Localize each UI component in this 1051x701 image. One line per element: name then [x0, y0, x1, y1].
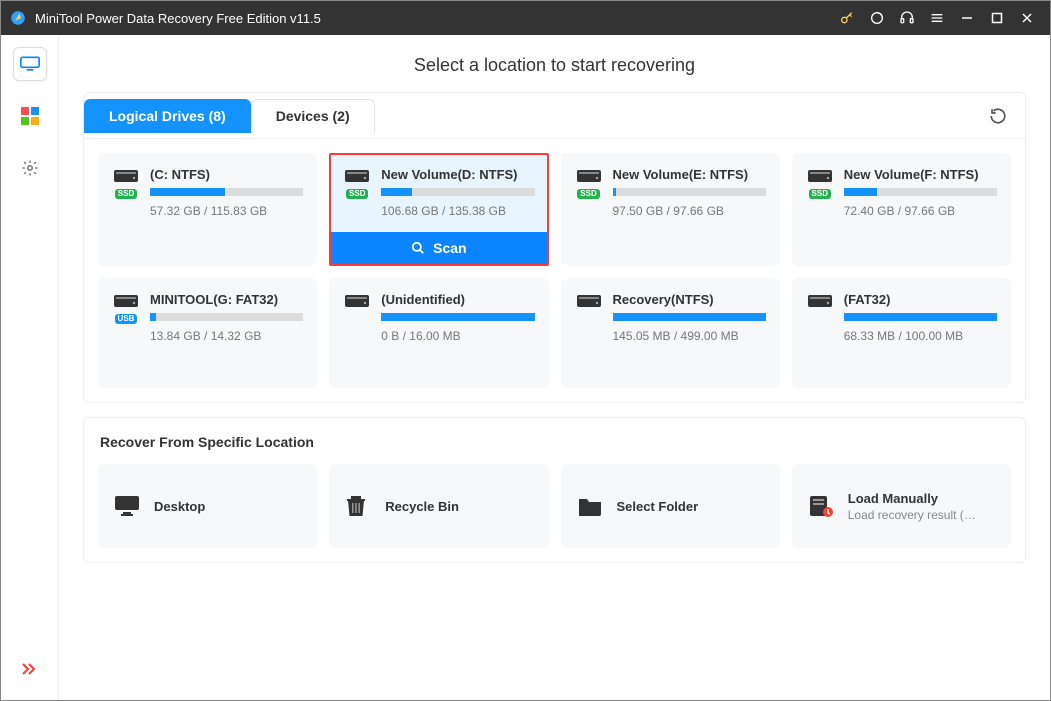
drive-name: (C: NTFS) — [150, 167, 303, 182]
drive-usage-bar — [613, 313, 766, 321]
drive-usage-bar — [150, 313, 303, 321]
drive-icon: SSD — [112, 167, 140, 199]
upgrade-key-icon[interactable] — [832, 3, 862, 33]
location-sublabel: Load recovery result (*... — [848, 508, 978, 522]
drive-icon — [806, 292, 834, 312]
drive-card[interactable]: SSD New Volume(F: NTFS) 72.40 GB / 97.66… — [792, 153, 1011, 266]
location-label: Load Manually — [848, 491, 978, 506]
drive-size: 106.68 GB / 135.38 GB — [381, 204, 534, 218]
drive-name: Recovery(NTFS) — [613, 292, 766, 307]
drive-icon: SSD — [575, 167, 603, 199]
drive-card[interactable]: SSD New Volume(E: NTFS) 97.50 GB / 97.66… — [561, 153, 780, 266]
drive-badge: USB — [115, 314, 138, 324]
drive-icon — [575, 292, 603, 312]
drive-badge: SSD — [809, 189, 831, 199]
drive-icon: USB — [112, 292, 140, 324]
sidebar-item-dashboard[interactable] — [13, 99, 47, 133]
drive-card[interactable]: (FAT32) 68.33 MB / 100.00 MB — [792, 278, 1011, 388]
drive-card[interactable]: Recovery(NTFS) 145.05 MB / 499.00 MB — [561, 278, 780, 388]
drive-usage-bar — [381, 188, 534, 196]
update-icon[interactable] — [862, 3, 892, 33]
scan-button[interactable]: Scan — [331, 232, 546, 264]
drive-badge: SSD — [115, 189, 137, 199]
refresh-button[interactable] — [985, 103, 1011, 129]
drive-name: MINITOOL(G: FAT32) — [150, 292, 303, 307]
sidebar — [1, 35, 59, 700]
location-card[interactable]: Desktop — [98, 464, 317, 548]
drive-usage-bar — [844, 188, 997, 196]
tab-logical-drives[interactable]: Logical Drives (8) — [84, 99, 251, 133]
location-label: Select Folder — [617, 499, 699, 514]
locations-grid: Desktop Recycle Bin Select Folder Load M… — [98, 464, 1011, 548]
location-card[interactable]: Recycle Bin — [329, 464, 548, 548]
tab-devices[interactable]: Devices (2) — [251, 99, 375, 133]
drive-size: 57.32 GB / 115.83 GB — [150, 204, 303, 218]
drive-usage-bar — [381, 313, 534, 321]
drive-size: 97.50 GB / 97.66 GB — [613, 204, 766, 218]
window-title: MiniTool Power Data Recovery Free Editio… — [35, 11, 832, 26]
location-card[interactable]: Load Manually Load recovery result (*... — [792, 464, 1011, 548]
location-label: Desktop — [154, 499, 205, 514]
drive-card[interactable]: SSD (C: NTFS) 57.32 GB / 115.83 GB — [98, 153, 317, 266]
drive-name: (FAT32) — [844, 292, 997, 307]
locations-panel: Recover From Specific Location Desktop R… — [83, 417, 1026, 563]
page-title: Select a location to start recovering — [83, 55, 1026, 76]
drive-size: 13.84 GB / 14.32 GB — [150, 329, 303, 343]
drive-grid: SSD (C: NTFS) 57.32 GB / 115.83 GB SSD N… — [98, 153, 1011, 388]
support-icon[interactable] — [892, 3, 922, 33]
drive-icon — [343, 292, 371, 312]
drive-card[interactable]: USB MINITOOL(G: FAT32) 13.84 GB / 14.32 … — [98, 278, 317, 388]
minimize-button[interactable] — [952, 3, 982, 33]
drive-usage-bar — [844, 313, 997, 321]
drive-size: 72.40 GB / 97.66 GB — [844, 204, 997, 218]
titlebar: MiniTool Power Data Recovery Free Editio… — [1, 1, 1050, 35]
maximize-button[interactable] — [982, 3, 1012, 33]
location-label: Recycle Bin — [385, 499, 459, 514]
locations-title: Recover From Specific Location — [100, 434, 1011, 450]
app-logo-icon — [9, 9, 27, 27]
menu-icon[interactable] — [922, 3, 952, 33]
drive-size: 0 B / 16.00 MB — [381, 329, 534, 343]
drive-name: (Unidentified) — [381, 292, 534, 307]
drive-size: 145.05 MB / 499.00 MB — [613, 329, 766, 343]
close-button[interactable] — [1012, 3, 1042, 33]
drive-icon: SSD — [343, 167, 371, 199]
drive-name: New Volume(D: NTFS) — [381, 167, 534, 182]
drive-usage-bar — [613, 188, 766, 196]
scan-button-label: Scan — [433, 240, 466, 256]
drives-panel: Logical Drives (8) Devices (2) SSD (C: N… — [83, 92, 1026, 403]
drive-card[interactable]: SSD New Volume(D: NTFS) 106.68 GB / 135.… — [329, 153, 548, 266]
drive-usage-bar — [150, 188, 303, 196]
drive-card[interactable]: (Unidentified) 0 B / 16.00 MB — [329, 278, 548, 388]
drive-name: New Volume(E: NTFS) — [613, 167, 766, 182]
sidebar-expand-button[interactable] — [13, 652, 47, 686]
sidebar-item-recovery[interactable] — [13, 47, 47, 81]
drive-size: 68.33 MB / 100.00 MB — [844, 329, 997, 343]
location-card[interactable]: Select Folder — [561, 464, 780, 548]
desktop-icon — [114, 495, 140, 517]
drive-badge: SSD — [577, 189, 599, 199]
folder-icon — [577, 495, 603, 517]
trash-icon — [345, 494, 371, 518]
sidebar-item-settings[interactable] — [13, 151, 47, 185]
load-icon — [808, 494, 834, 518]
drive-icon: SSD — [806, 167, 834, 199]
drive-badge: SSD — [346, 189, 368, 199]
drive-name: New Volume(F: NTFS) — [844, 167, 997, 182]
